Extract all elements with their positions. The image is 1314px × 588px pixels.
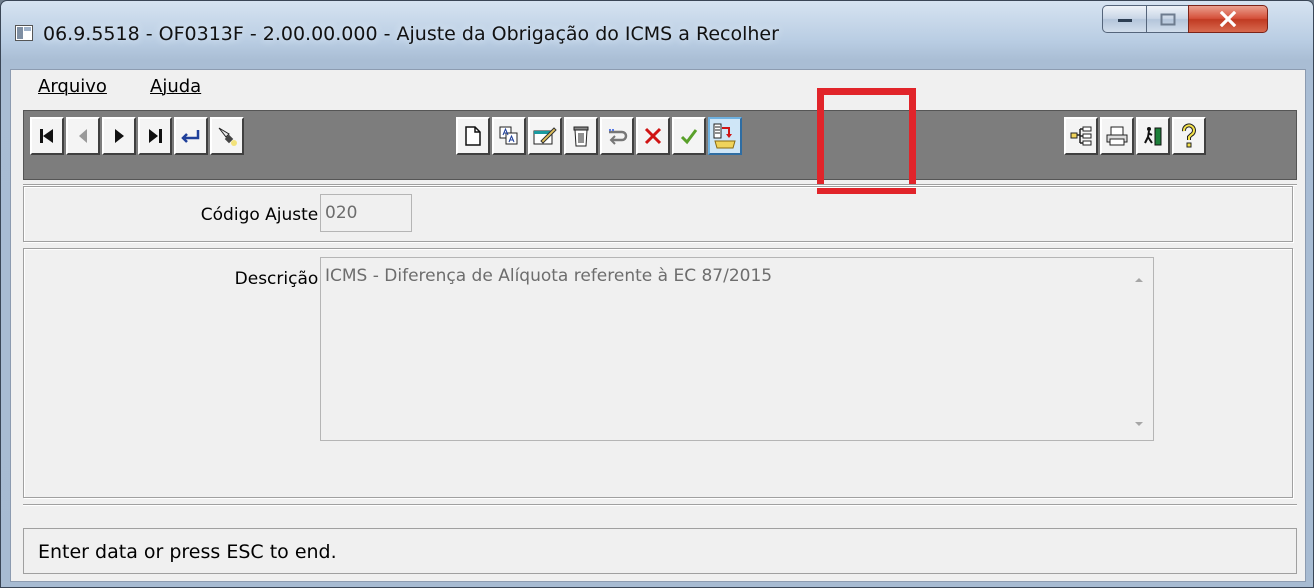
new-record-icon — [465, 126, 481, 146]
maximize-icon — [1160, 13, 1175, 25]
save-icon — [680, 129, 698, 145]
search-icon — [218, 127, 237, 146]
maximize-button[interactable] — [1146, 5, 1188, 33]
descricao-label: Descrição: — [234, 269, 324, 289]
status-text: Enter data or press ESC to end. — [38, 541, 337, 563]
toolbar — [23, 110, 1297, 180]
help-button[interactable] — [1172, 117, 1206, 155]
first-record-button[interactable] — [30, 117, 64, 155]
import-button[interactable] — [708, 117, 742, 155]
previous-record-button[interactable] — [66, 117, 100, 155]
window-controls — [1102, 5, 1268, 35]
first-record-icon — [40, 129, 53, 143]
goto-button[interactable] — [174, 117, 208, 155]
minimize-icon — [1117, 19, 1132, 22]
highlight-box — [817, 88, 916, 194]
last-record-button[interactable] — [138, 117, 172, 155]
codigo-ajuste-label: Código Ajuste: — [200, 205, 324, 225]
close-button[interactable] — [1188, 5, 1268, 33]
status-bar: Enter data or press ESC to end. — [23, 528, 1297, 574]
copy-record-button[interactable] — [492, 117, 526, 155]
undo-button[interactable] — [600, 117, 634, 155]
undo-icon — [609, 129, 628, 145]
scroll-down-icon[interactable] — [1132, 419, 1146, 429]
codigo-panel: Código Ajuste: 020 — [23, 186, 1293, 242]
delete-record-icon — [573, 126, 589, 147]
modify-record-button[interactable] — [528, 117, 562, 155]
exit-icon — [1144, 127, 1162, 146]
exit-button[interactable] — [1136, 117, 1170, 155]
menu-arquivo[interactable]: Arquivo — [38, 76, 107, 97]
minimize-button[interactable] — [1102, 5, 1146, 33]
goto-icon — [181, 130, 200, 143]
menu-bar: Arquivo Ajuda — [11, 70, 1305, 102]
codigo-ajuste-field[interactable]: 020 — [320, 194, 412, 232]
close-icon — [1219, 11, 1237, 27]
last-record-icon — [149, 129, 162, 143]
next-record-icon — [115, 129, 124, 143]
tree-view-icon — [1070, 126, 1092, 146]
descricao-panel: Descrição: ICMS - Diferença de Alíquota … — [23, 248, 1293, 498]
search-button[interactable] — [210, 117, 244, 155]
cancel-button[interactable] — [636, 117, 670, 155]
copy-record-icon — [499, 126, 518, 145]
window-title: 06.9.5518 - OF0313F - 2.00.00.000 - Ajus… — [43, 23, 779, 45]
client-area: Arquivo Ajuda Código Ajuste: 020 Descriç… — [10, 69, 1306, 582]
modify-record-icon — [533, 127, 557, 145]
scroll-up-icon[interactable] — [1132, 275, 1146, 285]
import-icon — [713, 123, 736, 149]
app-window: 06.9.5518 - OF0313F - 2.00.00.000 - Ajus… — [0, 0, 1314, 588]
cancel-icon — [644, 127, 662, 145]
save-button[interactable] — [672, 117, 706, 155]
menu-ajuda[interactable]: Ajuda — [150, 76, 201, 97]
tree-view-button[interactable] — [1064, 117, 1098, 155]
title-bar[interactable]: 06.9.5518 - OF0313F - 2.00.00.000 - Ajus… — [1, 1, 1313, 61]
print-icon — [1106, 126, 1128, 146]
help-icon — [1182, 123, 1196, 148]
new-record-button[interactable] — [456, 117, 490, 155]
previous-record-icon — [79, 129, 87, 143]
separator — [23, 504, 1297, 506]
delete-record-button[interactable] — [564, 117, 598, 155]
descricao-textarea[interactable]: ICMS - Diferença de Alíquota referente à… — [320, 257, 1154, 441]
print-button[interactable] — [1100, 117, 1134, 155]
next-record-button[interactable] — [102, 117, 136, 155]
app-icon — [15, 25, 33, 41]
